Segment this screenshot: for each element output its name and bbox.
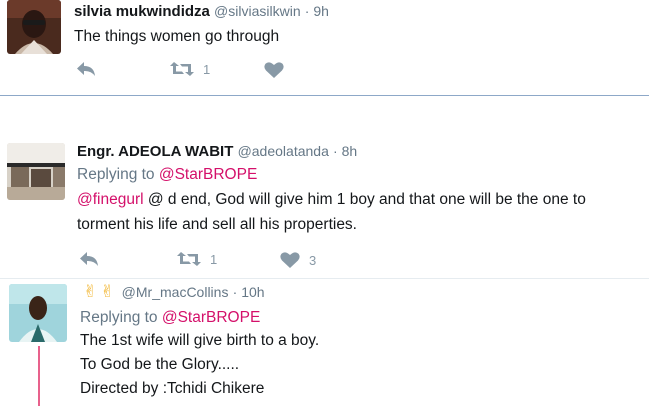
avatar-silvia[interactable]	[7, 0, 61, 54]
avatar-adeola[interactable]	[7, 143, 65, 200]
retweet-count: 1	[210, 251, 218, 267]
author-name[interactable]: silvia mukwindidza	[74, 3, 210, 20]
tweet-time[interactable]: · 8h	[333, 143, 357, 159]
reply-button[interactable]	[76, 61, 96, 77]
retweet-icon	[177, 252, 201, 266]
replying-line: Replying to @StarBROPE	[80, 305, 260, 330]
replying-to-mention[interactable]: @StarBROPE	[159, 166, 257, 183]
thread-line	[38, 346, 40, 406]
replying-to-mention[interactable]: @StarBROPE	[162, 309, 260, 326]
author-handle[interactable]: @Mr_macCollins	[122, 284, 229, 300]
avatar-maccollins[interactable]	[9, 284, 67, 342]
separator	[0, 95, 649, 96]
tweet-text-line-3: Directed by :Tchidi Chikere	[80, 380, 265, 397]
reply-icon	[80, 252, 98, 266]
replying-line: Replying to @StarBROPE	[77, 162, 257, 187]
heart-icon	[264, 62, 284, 78]
like-button[interactable]: 3	[280, 251, 316, 269]
author-name-emoji[interactable]: ✌✌	[83, 282, 118, 301]
like-count: 3	[309, 252, 317, 268]
tweet-3: ✌✌ @Mr_macCollins · 10h Replying to @Sta…	[0, 279, 649, 406]
reply-icon	[77, 62, 95, 76]
tweet-text-line-2: To God be the Glory.....	[80, 356, 240, 373]
retweet-count: 1	[203, 61, 211, 77]
tweet-text-line-1: The 1st wife will give birth to a boy.	[80, 332, 320, 349]
tweet-actions: 1 3	[77, 251, 377, 273]
mention-link[interactable]: @finegurl	[77, 191, 144, 208]
retweet-icon	[170, 62, 194, 76]
reply-button[interactable]	[79, 251, 99, 267]
heart-icon	[280, 252, 300, 268]
retweet-button[interactable]: 1	[177, 251, 217, 267]
author-name[interactable]: Engr. ADEOLA WABIT	[77, 143, 233, 160]
tweet-header: ✌✌ @Mr_macCollins · 10h	[83, 282, 265, 302]
author-handle[interactable]: @adeolatanda	[238, 143, 329, 159]
tweet-text-line-2: torment his life and sell all his proper…	[77, 216, 357, 233]
tweet-time[interactable]: · 9h	[305, 3, 329, 19]
retweet-button[interactable]: 1	[170, 61, 210, 77]
tweet-header: Engr. ADEOLA WABIT @adeolatanda · 8h	[77, 143, 357, 160]
like-button[interactable]	[264, 61, 293, 79]
tweet-text: @ d end, God will give him 1 boy and tha…	[143, 191, 586, 208]
tweet-2: Engr. ADEOLA WABIT @adeolatanda · 8h Rep…	[0, 133, 649, 279]
tweet-time[interactable]: · 10h	[233, 284, 265, 300]
tweet-header: silvia mukwindidza @silviasilkwin · 9h	[74, 3, 329, 20]
replying-prefix: Replying to	[80, 309, 162, 326]
tweet-text-line-1: @finegurl @ d end, God will give him 1 b…	[77, 187, 586, 212]
tweet-1: silvia mukwindidza @silviasilkwin · 9h T…	[0, 0, 649, 96]
tweet-text: The things women go through	[74, 28, 280, 45]
tweet-actions: 1	[74, 61, 374, 83]
replying-prefix: Replying to	[77, 166, 159, 183]
author-handle[interactable]: @silviasilkwin	[214, 3, 301, 19]
